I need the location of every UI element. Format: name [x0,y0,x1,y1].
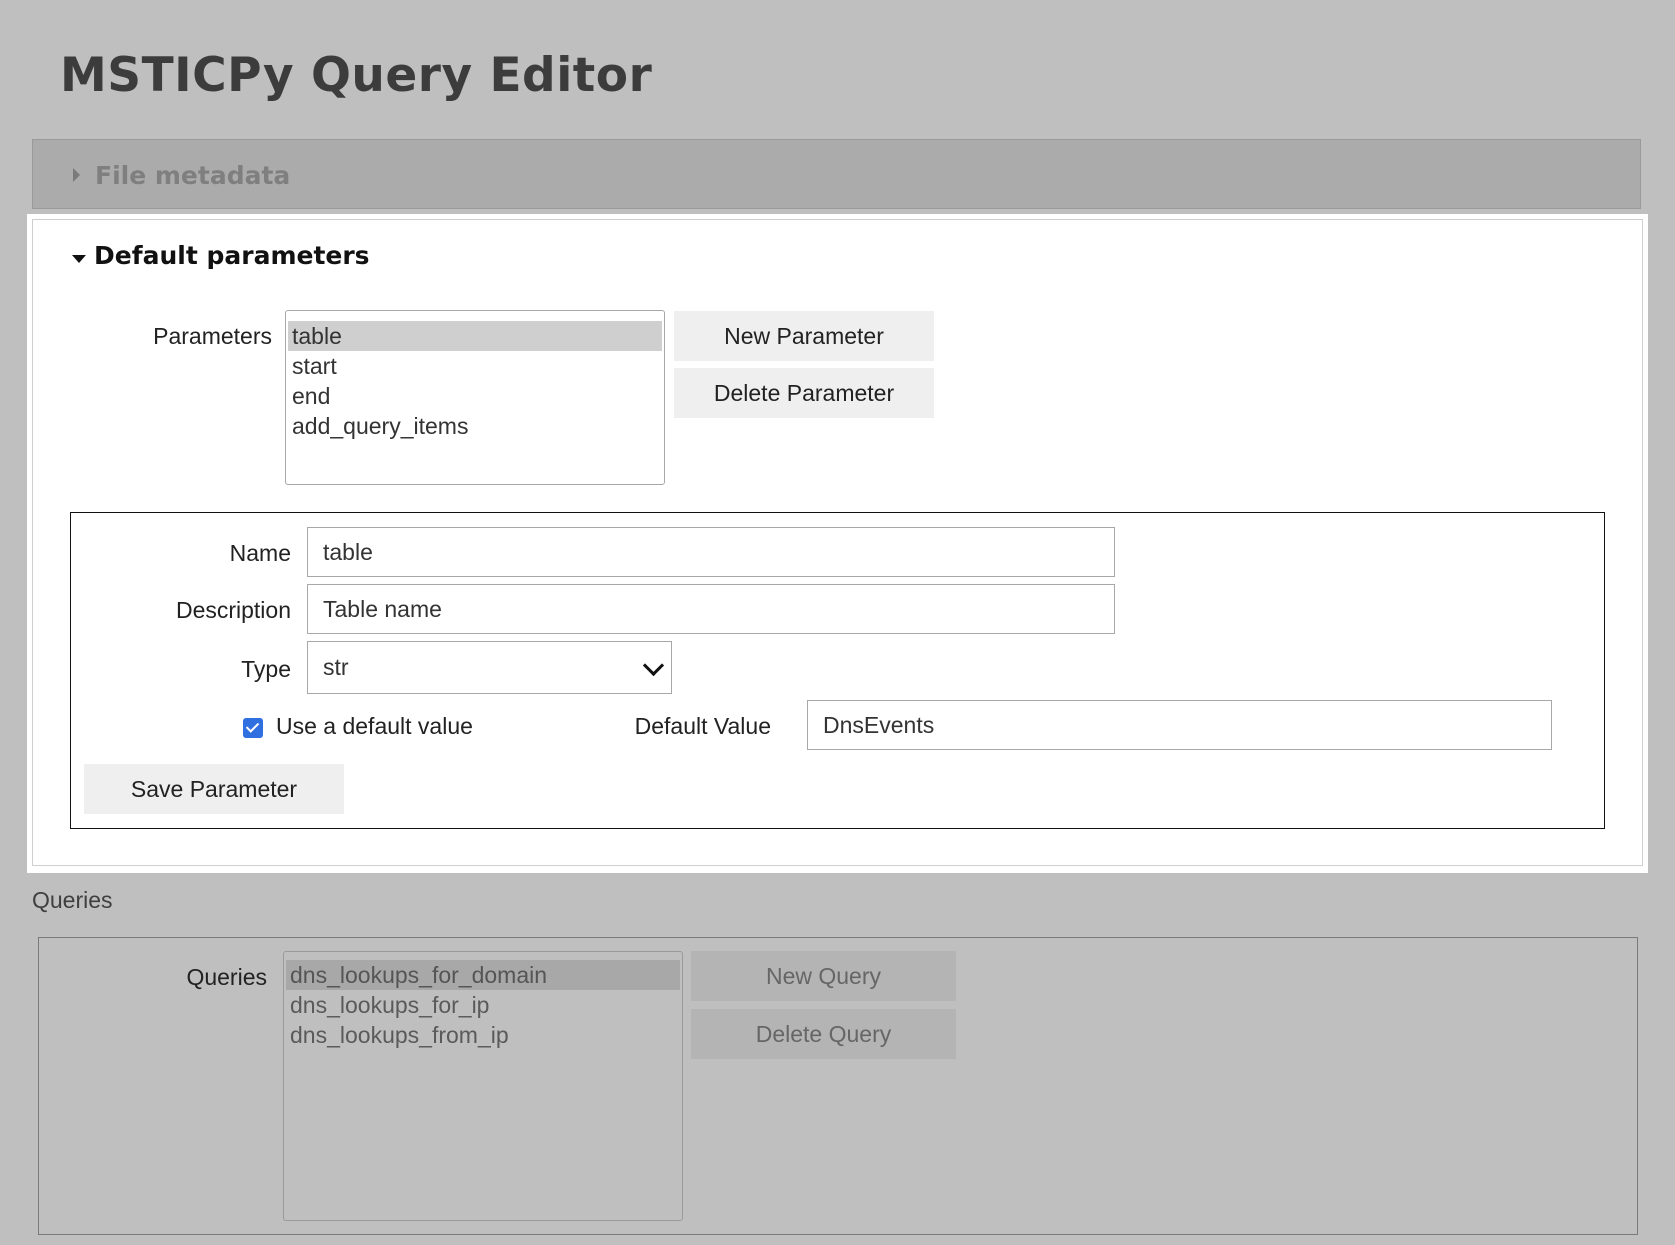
query-option-dns-lookups-from-ip[interactable]: dns_lookups_from_ip [286,1020,680,1050]
use-default-checkbox[interactable] [243,718,263,738]
queries-list-label: Queries [186,964,267,990]
description-input[interactable]: Table name [307,584,1115,634]
caret-down-icon[interactable] [72,255,86,263]
parameter-option-start[interactable]: start [288,351,662,381]
parameters-listbox[interactable]: table start end add_query_items [285,310,665,485]
query-option-dns-lookups-for-ip[interactable]: dns_lookups_for_ip [286,990,680,1020]
description-label: Description [175,597,291,623]
chevron-down-icon [642,654,665,677]
type-label: Type [241,656,291,682]
name-input[interactable]: table [307,527,1115,577]
page-title: MSTICPy Query Editor [60,48,653,103]
file-metadata-accordion[interactable]: File metadata [32,139,1641,209]
type-select[interactable]: str [307,641,672,694]
new-query-button[interactable]: New Query [691,951,956,1001]
parameter-option-end[interactable]: end [288,381,662,411]
delete-parameter-button[interactable]: Delete Parameter [674,368,934,418]
parameter-edit-form: Name table Description Table name Type s… [70,512,1605,829]
default-value-input[interactable]: DnsEvents [807,700,1552,750]
parameter-option-add-query-items[interactable]: add_query_items [288,411,662,441]
type-select-value: str [323,654,349,680]
queries-listbox[interactable]: dns_lookups_for_domain dns_lookups_for_i… [283,951,683,1221]
queries-section-label: Queries [32,887,113,913]
delete-query-button[interactable]: Delete Query [691,1009,956,1059]
use-default-label: Use a default value [276,713,473,739]
default-value-label: Default Value [634,713,771,739]
file-metadata-label: File metadata [95,161,291,190]
new-parameter-button[interactable]: New Parameter [674,311,934,361]
parameter-option-table[interactable]: table [288,321,662,351]
caret-right-icon [73,168,80,182]
query-option-dns-lookups-for-domain[interactable]: dns_lookups_for_domain [286,960,680,990]
parameters-list-label: Parameters [153,323,272,349]
default-parameters-header[interactable]: Default parameters [94,241,370,270]
name-label: Name [229,540,291,566]
save-parameter-button[interactable]: Save Parameter [84,764,344,814]
queries-panel: Queries dns_lookups_for_domain dns_looku… [38,937,1638,1235]
